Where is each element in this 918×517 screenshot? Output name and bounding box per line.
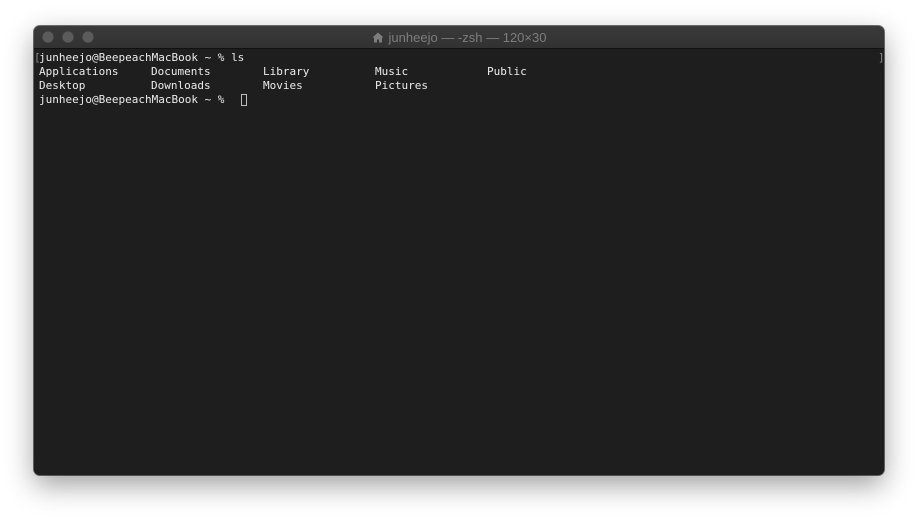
home-icon — [372, 32, 384, 42]
prompt-text: junheejo@BeepeachMacBook ~ % — [39, 51, 225, 64]
command-text: ls — [231, 51, 245, 64]
ls-entry-applications: Applications — [39, 65, 119, 78]
current-prompt-text: junheejo@BeepeachMacBook ~ % — [39, 93, 225, 106]
ls-entry-music: Music — [375, 65, 409, 78]
ls-entry-public: Public — [487, 65, 527, 78]
title-bar[interactable]: junheejo — -zsh — 120×30 — [34, 26, 884, 49]
window-title: junheejo — -zsh — 120×30 — [34, 26, 884, 48]
terminal-content[interactable]: [ ] junheejo@BeepeachMacBook ~ % ls Appl… — [34, 49, 884, 475]
window-title-text: junheejo — -zsh — 120×30 — [388, 29, 547, 45]
terminal-cursor — [241, 94, 247, 106]
ls-entry-documents: Documents — [151, 65, 211, 78]
ls-entry-library: Library — [263, 65, 310, 78]
terminal-window: junheejo — -zsh — 120×30 [ ] junheejo@Be… — [34, 26, 884, 475]
ls-entry-pictures: Pictures — [375, 79, 428, 92]
mark-bracket-right: ] — [878, 51, 884, 64]
ls-entry-desktop: Desktop — [39, 79, 86, 92]
prompt-line: junheejo@BeepeachMacBook ~ % ls — [39, 51, 244, 65]
current-prompt-line: junheejo@BeepeachMacBook ~ % — [39, 93, 224, 107]
ls-entry-movies: Movies — [263, 79, 303, 92]
ls-entry-downloads: Downloads — [151, 79, 211, 92]
